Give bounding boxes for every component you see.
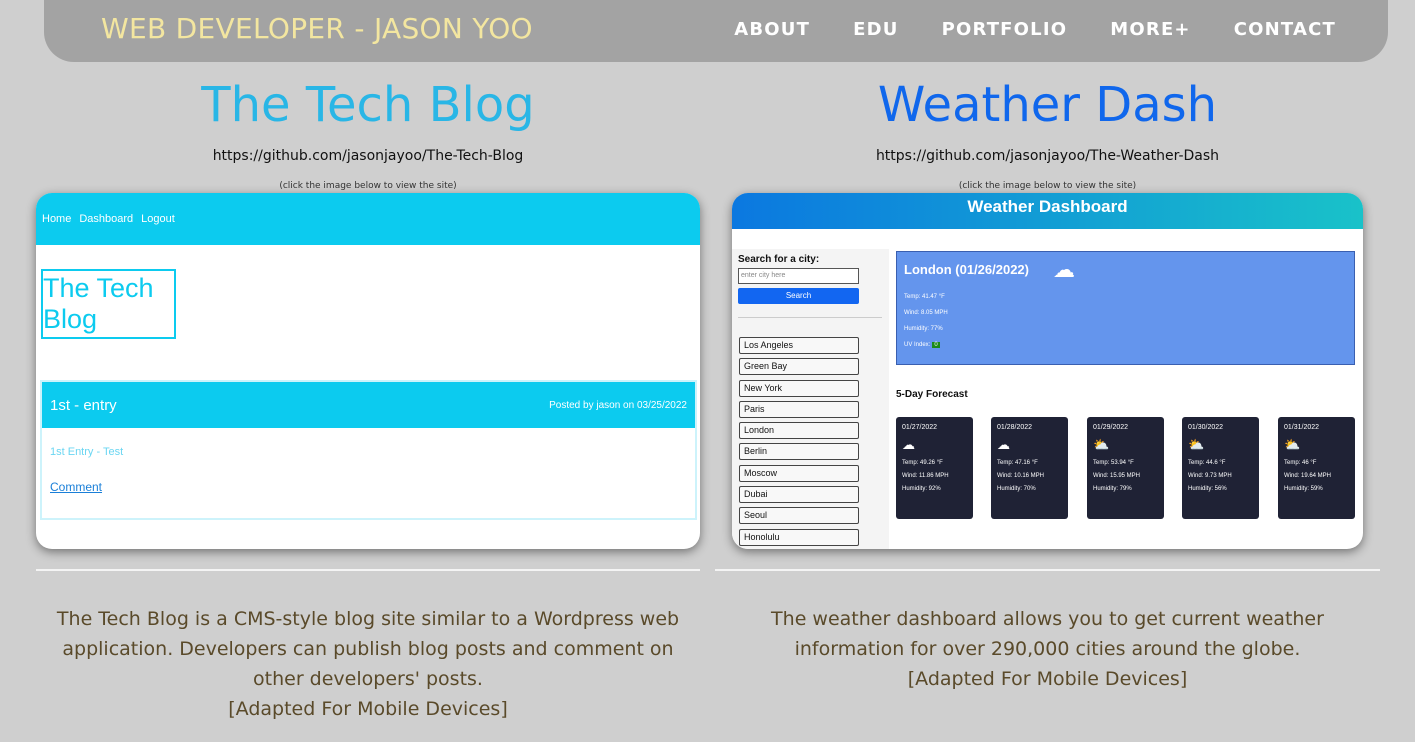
- preview-forecast-card: 01/27/2022 ☁ Temp: 49.26 °F Wind: 11.86 …: [896, 417, 973, 519]
- preview-city-button: Los Angeles: [739, 337, 859, 354]
- preview-current-humidity: Humidity: 77%: [904, 326, 943, 332]
- preview-post-card: 1st - entry Posted by jason on 03/25/202…: [40, 380, 697, 520]
- preview-city-button: Paris: [739, 401, 859, 418]
- preview-city-button: Seoul: [739, 507, 859, 524]
- preview-current-uv: UV Index: 0: [904, 342, 940, 348]
- project-screenshot-tech-blog[interactable]: Home Dashboard Logout The Tech Blog 1st …: [36, 193, 700, 549]
- forecast-humidity: Humidity: 59%: [1284, 486, 1323, 492]
- preview-nav-dashboard: Dashboard: [79, 213, 134, 225]
- preview-nav-home: Home: [42, 213, 72, 225]
- cloud-icon: ☁: [1053, 258, 1075, 283]
- forecast-wind: Wind: 9.73 MPH: [1188, 473, 1232, 479]
- click-hint: (click the image below to view the site): [279, 181, 457, 191]
- project-description: The weather dashboard allows you to get …: [715, 604, 1380, 694]
- preview-post-text: 1st Entry - Test: [50, 446, 124, 458]
- project-screenshot-weather-dash[interactable]: Weather Dashboard Search for a city: ent…: [732, 193, 1363, 549]
- nav-link-contact[interactable]: CONTACT: [1234, 19, 1336, 40]
- project-description-text: The Tech Blog is a CMS-style blog site s…: [56, 608, 680, 690]
- project-card-tech-blog: The Tech Blog https://github.com/jasonja…: [36, 70, 700, 724]
- divider: [36, 569, 700, 571]
- preview-uv-badge: 0: [932, 342, 940, 348]
- preview-logo: The Tech Blog: [41, 269, 176, 339]
- forecast-wind: Wind: 10.16 MPH: [997, 473, 1045, 479]
- preview-search-label: Search for a city:: [738, 254, 820, 265]
- preview-forecast-card: 01/29/2022 ⛅ Temp: 53.94 °F Wind: 15.95 …: [1087, 417, 1164, 519]
- forecast-wind: Wind: 11.86 MPH: [902, 473, 949, 479]
- preview-post-title: 1st - entry: [50, 396, 117, 414]
- forecast-temp: Temp: 49.26 °F: [902, 460, 943, 466]
- forecast-humidity: Humidity: 70%: [997, 486, 1036, 492]
- sun-cloud-icon: ⛅: [1188, 437, 1205, 452]
- preview-header: Weather Dashboard: [732, 193, 1363, 229]
- preview-search-button: Search: [738, 288, 859, 304]
- divider: [715, 569, 1380, 571]
- preview-search-input: enter city here: [738, 268, 859, 284]
- forecast-wind: Wind: 19.64 MPH: [1284, 473, 1332, 479]
- preview-city-button: New York: [739, 380, 859, 397]
- project-title[interactable]: Weather Dash: [715, 70, 1380, 140]
- nav-link-about[interactable]: ABOUT: [734, 19, 810, 40]
- cloud-icon: ☁: [997, 437, 1010, 452]
- forecast-wind: Wind: 15.95 MPH: [1093, 473, 1141, 479]
- forecast-date: 01/29/2022: [1093, 424, 1129, 431]
- nav-link-more[interactable]: MORE+: [1110, 19, 1190, 40]
- preview-city-button: Honolulu: [739, 529, 859, 546]
- project-mobile-note: [Adapted For Mobile Devices]: [907, 668, 1188, 690]
- preview-nav-logout: Logout: [141, 213, 175, 225]
- nav-link-portfolio[interactable]: PORTFOLIO: [942, 19, 1068, 40]
- project-github-link[interactable]: https://github.com/jasonjayoo/The-Tech-B…: [36, 148, 700, 164]
- project-mobile-note: [Adapted For Mobile Devices]: [228, 698, 508, 720]
- forecast-date: 01/31/2022: [1284, 424, 1320, 431]
- project-description: The Tech Blog is a CMS-style blog site s…: [36, 604, 700, 724]
- project-card-weather-dash: Weather Dash https://github.com/jasonjay…: [715, 70, 1380, 694]
- nav-link-edu[interactable]: EDU: [853, 19, 898, 40]
- preview-current-temp: Temp: 41.47 °F: [904, 294, 945, 300]
- preview-forecast-card: 01/28/2022 ☁ Temp: 47.16 °F Wind: 10.16 …: [991, 417, 1068, 519]
- forecast-humidity: Humidity: 56%: [1188, 486, 1227, 492]
- preview-forecast-card: 01/31/2022 ⛅ Temp: 46 °F Wind: 19.64 MPH…: [1278, 417, 1355, 519]
- preview-city-button: Berlin: [739, 443, 859, 460]
- nav-links: ABOUT EDU PORTFOLIO MORE+ CONTACT: [734, 19, 1336, 40]
- preview-post-meta: Posted by jason on 03/25/2022: [549, 399, 687, 411]
- navbar: WEB DEVELOPER - JASON YOO ABOUT EDU PORT…: [44, 0, 1388, 62]
- preview-navbar: Home Dashboard Logout: [36, 193, 700, 245]
- preview-comment-link: Comment: [50, 480, 103, 494]
- site-brand[interactable]: WEB DEVELOPER - JASON YOO: [101, 12, 533, 45]
- preview-city-button: London: [739, 422, 859, 439]
- forecast-temp: Temp: 46 °F: [1284, 460, 1317, 466]
- preview-current-wind: Wind: 8.05 MPH: [904, 310, 948, 316]
- preview-divider: [738, 317, 882, 318]
- preview-city-button: Dubai: [739, 486, 859, 503]
- project-title[interactable]: The Tech Blog: [36, 70, 700, 140]
- project-description-text: The weather dashboard allows you to get …: [771, 608, 1324, 660]
- project-github-link[interactable]: https://github.com/jasonjayoo/The-Weathe…: [715, 148, 1380, 164]
- sun-cloud-icon: ⛅: [1093, 437, 1110, 452]
- preview-current-weather: London (01/26/2022) ☁ Temp: 41.47 °F Win…: [896, 251, 1355, 365]
- sun-cloud-icon: ⛅: [1284, 437, 1301, 452]
- forecast-humidity: Humidity: 92%: [902, 486, 941, 492]
- click-hint: (click the image below to view the site): [958, 181, 1137, 191]
- forecast-date: 01/30/2022: [1188, 424, 1224, 431]
- preview-post-header: 1st - entry Posted by jason on 03/25/202…: [42, 382, 695, 428]
- preview-current-title: London (01/26/2022): [904, 262, 1029, 277]
- cloud-icon: ☁: [902, 437, 915, 452]
- forecast-temp: Temp: 53.94 °F: [1093, 460, 1134, 466]
- preview-city-button: Moscow: [739, 465, 859, 482]
- preview-uv-label: UV Index:: [904, 342, 931, 348]
- forecast-date: 01/28/2022: [997, 424, 1033, 431]
- preview-forecast-card: 01/30/2022 ⛅ Temp: 44.6 °F Wind: 9.73 MP…: [1182, 417, 1259, 519]
- forecast-temp: Temp: 44.6 °F: [1188, 460, 1226, 466]
- preview-forecast-title: 5-Day Forecast: [896, 389, 968, 400]
- forecast-temp: Temp: 47.16 °F: [997, 460, 1038, 466]
- preview-city-button: Green Bay: [739, 358, 859, 375]
- preview-post-body: 1st Entry - Test Comment: [42, 428, 695, 512]
- forecast-humidity: Humidity: 79%: [1093, 486, 1132, 492]
- forecast-date: 01/27/2022: [902, 424, 938, 431]
